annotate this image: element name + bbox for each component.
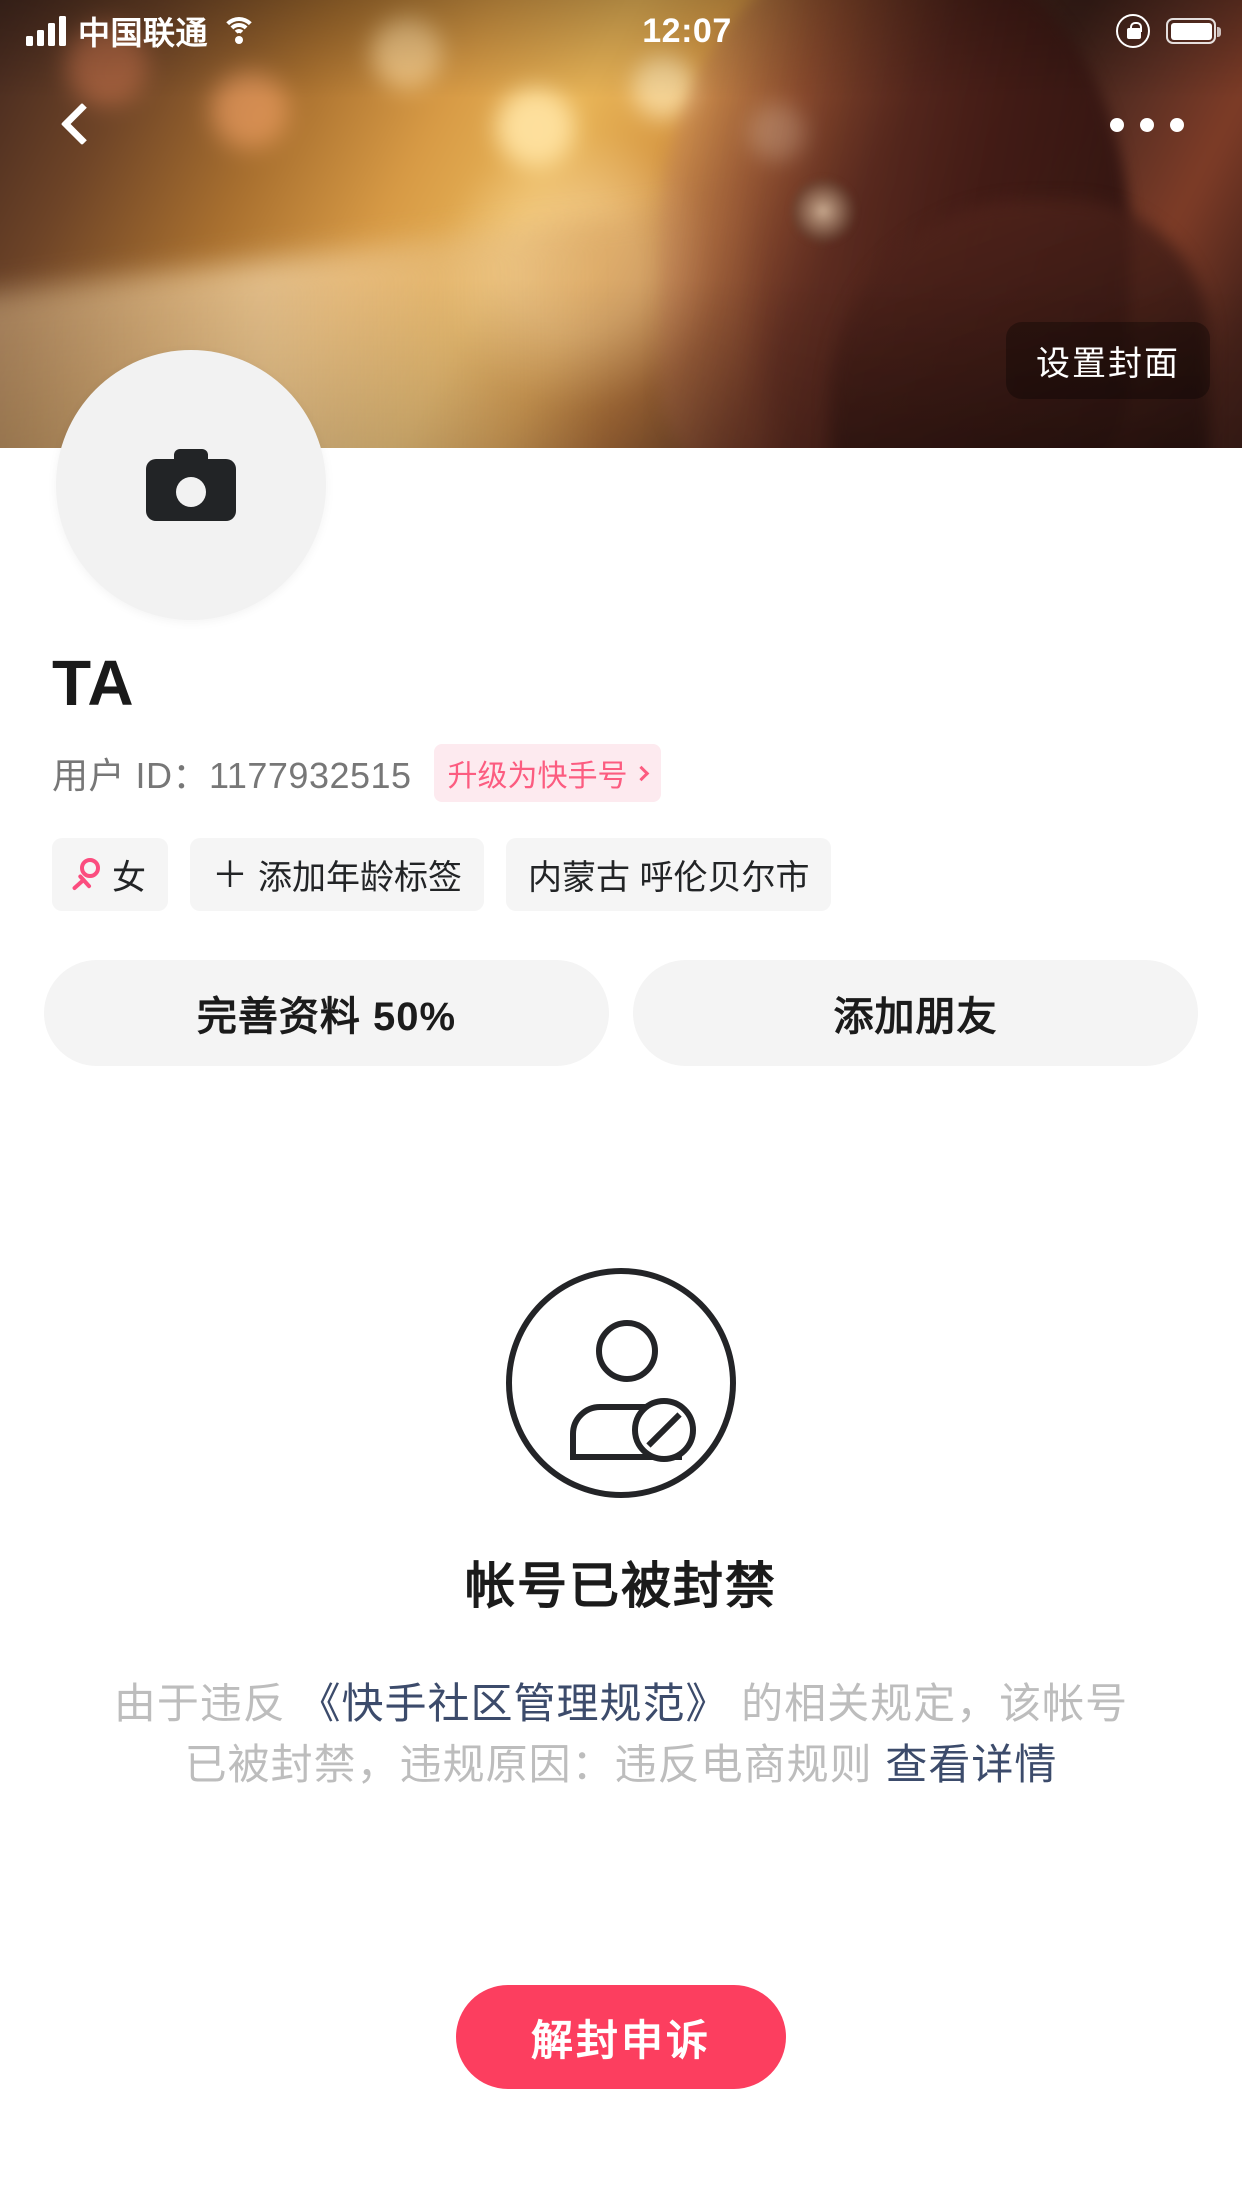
status-bar-clock: 12:07 — [642, 11, 732, 50]
tag-add-age-label: 添加年龄标签 — [258, 859, 463, 898]
tag-add-age[interactable]: ＋ 添加年龄标签 — [190, 838, 485, 912]
banned-desc-part1: 由于违反 — [113, 1680, 299, 1727]
set-cover-button[interactable]: 设置封面 — [1006, 322, 1210, 399]
upgrade-account-badge[interactable]: 升级为快手号 — [433, 744, 661, 803]
user-banned-icon — [506, 1268, 736, 1498]
user-id-row: 用户 ID：1177932515 升级为快手号 — [52, 744, 1190, 803]
upgrade-account-label: 升级为快手号 — [447, 760, 628, 794]
status-bar-left: 中国联通 — [0, 8, 258, 54]
profile-info: TA 用户 ID：1177932515 升级为快手号 女 ＋ 添加年龄标签 内蒙… — [0, 647, 1242, 912]
nav-bar — [0, 62, 1242, 182]
status-bar-right — [1116, 14, 1242, 48]
appeal-button[interactable]: 解封申诉 — [456, 1985, 786, 2089]
banned-description: 由于违反 《快手社区管理规范》 的相关规定，该帐号已被封禁，违规原因：违反电商规… — [100, 1674, 1142, 1796]
banned-state: 帐号已被封禁 由于违反 《快手社区管理规范》 的相关规定，该帐号已被封禁，违规原… — [0, 1268, 1242, 1796]
chevron-right-icon — [633, 765, 649, 782]
profile-tags: 女 ＋ 添加年龄标签 内蒙古 呼伦贝尔市 — [52, 838, 1190, 912]
more-dots-icon — [1140, 118, 1154, 132]
plus-icon: ＋ — [212, 853, 249, 895]
carrier-label: 中国联通 — [78, 15, 209, 51]
battery-icon — [1166, 18, 1221, 44]
more-dots-icon — [1170, 118, 1184, 132]
banned-title: 帐号已被封禁 — [465, 1558, 777, 1614]
signal-bars-icon — [26, 16, 66, 46]
user-id-label: 用户 ID：1177932515 — [52, 755, 412, 797]
add-friend-button[interactable]: 添加朋友 — [633, 960, 1198, 1066]
tag-gender[interactable]: 女 — [52, 838, 168, 912]
more-dots-icon — [1110, 118, 1124, 132]
status-bar: 中国联通 12:07 — [0, 0, 1242, 62]
tag-gender-label: 女 — [112, 859, 146, 898]
rotation-lock-icon — [1116, 14, 1150, 48]
view-details-link[interactable]: 查看详情 — [885, 1741, 1057, 1788]
wifi-icon — [220, 17, 258, 45]
avatar[interactable] — [56, 350, 326, 620]
page-title: TA — [52, 647, 135, 719]
more-options-button[interactable] — [1092, 90, 1202, 160]
community-rules-link[interactable]: 《快手社区管理规范》 — [298, 1680, 728, 1727]
camera-icon — [146, 449, 236, 521]
tag-location-label: 内蒙古 呼伦贝尔市 — [528, 859, 810, 898]
profile-screen: 中国联通 12:07 设置封面 TA 用户 ID：1177932515 升级为快… — [0, 0, 1242, 2208]
tag-location[interactable]: 内蒙古 呼伦贝尔市 — [506, 838, 832, 912]
female-gender-icon — [71, 857, 102, 892]
profile-action-buttons: 完善资料 50% 添加朋友 — [0, 960, 1242, 1066]
back-button[interactable] — [42, 84, 122, 164]
complete-profile-button[interactable]: 完善资料 50% — [44, 960, 609, 1066]
back-chevron-icon — [60, 102, 104, 146]
